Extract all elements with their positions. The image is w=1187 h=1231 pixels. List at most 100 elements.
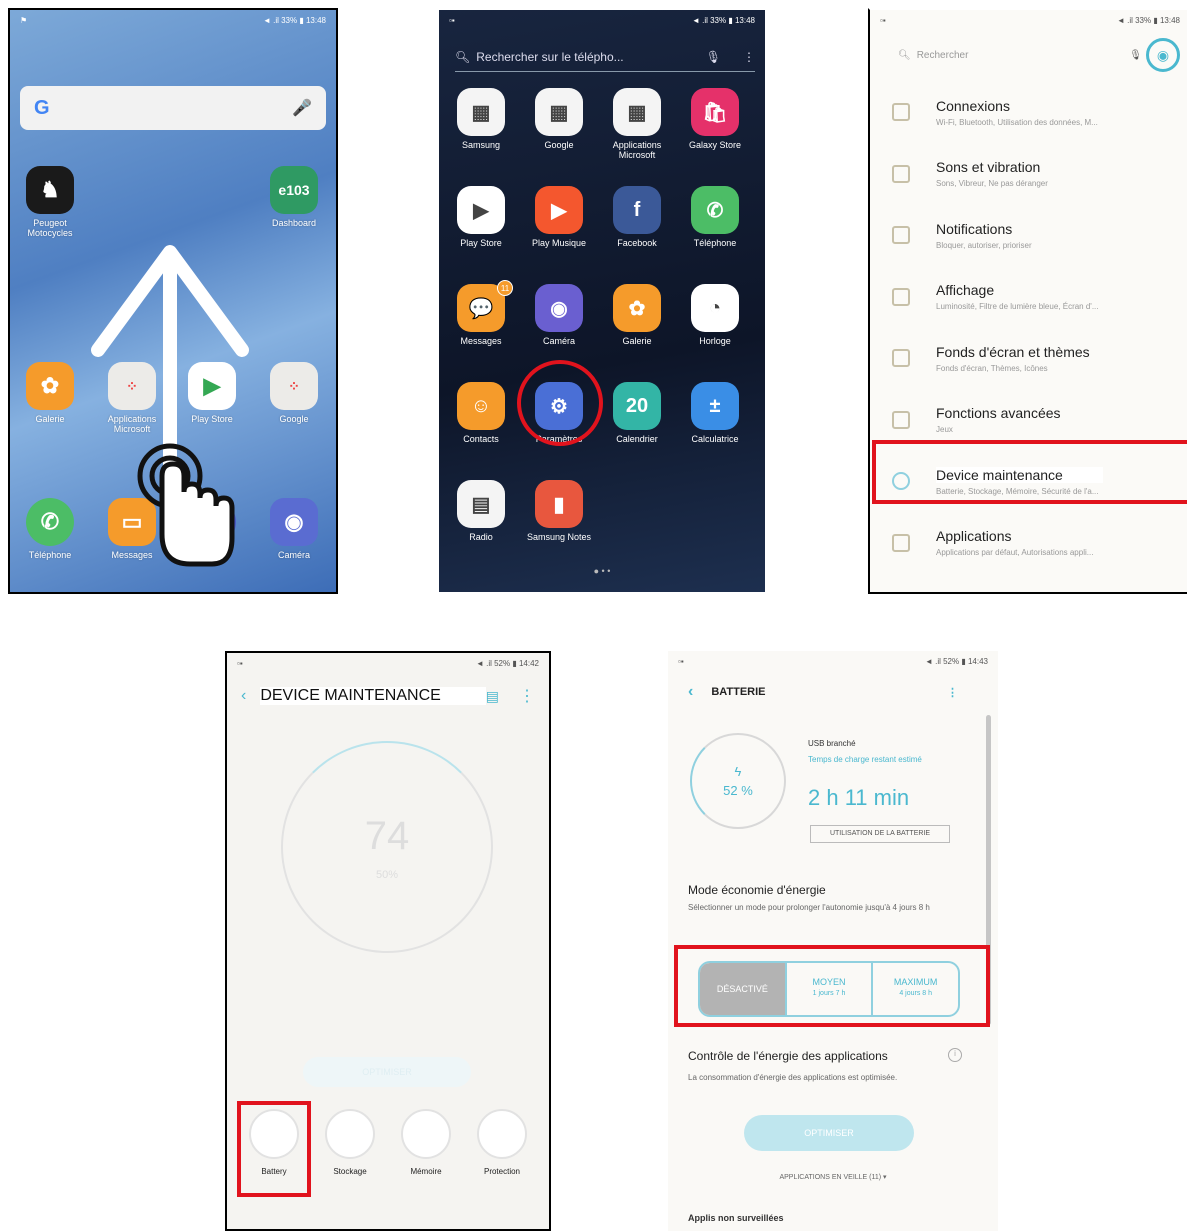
app-label: Play Store bbox=[460, 238, 502, 248]
settings-row-icon bbox=[892, 287, 910, 306]
settings-row-sub: Bloquer, autoriser, prioriser bbox=[936, 240, 1032, 250]
app-icon[interactable]: ✿ bbox=[613, 284, 661, 332]
settings-row-sub: Applications par défaut, Autorisations a… bbox=[936, 548, 1094, 557]
app-label: Play Musique bbox=[531, 238, 587, 248]
settings-row-text: Applications Applications par défaut, Aut… bbox=[936, 528, 1093, 557]
app-label: Calendrier bbox=[616, 434, 658, 444]
bolt-icon: ϟ bbox=[734, 764, 742, 779]
app-search-bar[interactable]: 🔍︎ Rechercher sur le télépho... 🎙︎ ⋮ bbox=[455, 42, 755, 72]
app-icon[interactable]: ✆ bbox=[691, 186, 739, 234]
settings-row[interactable]: Applications Applications par défaut, Aut… bbox=[870, 513, 1187, 573]
app-label: Peugeot Motocycles bbox=[27, 218, 73, 238]
app-icon[interactable]: ☺ bbox=[457, 382, 505, 430]
account-icon[interactable]: ◉ bbox=[1146, 38, 1180, 72]
peugeot-app-icon[interactable]: ♞ bbox=[26, 166, 74, 214]
status-bar: ⚑ ◄ .il 33% ▮ 13:48 bbox=[20, 16, 326, 25]
search-placeholder: Rechercher bbox=[916, 49, 969, 61]
settings-row-title: Applications bbox=[936, 528, 1012, 544]
app-label: Calculatrice bbox=[691, 434, 739, 444]
mic-icon[interactable]: 🎙︎ bbox=[1129, 50, 1142, 61]
tile-label: Protection bbox=[483, 1167, 521, 1176]
mode-desc: Sélectionner un mode pour prolonger l'au… bbox=[688, 903, 930, 912]
usb-label: USB branché bbox=[808, 739, 856, 748]
phone-device-maintenance: ▫▪ ◄ .il 52% ▮ 14:42 ‹ DEVICE MAINTENANCE… bbox=[225, 651, 551, 1231]
settings-row-title: Sons et vibration bbox=[936, 159, 1041, 175]
more-options-icon[interactable]: ⋮ bbox=[743, 50, 755, 64]
phone-home-screen: ⚑ ◄ .il 33% ▮ 13:48 G 🎤 ♞ Peugeot Motocyc… bbox=[8, 8, 338, 594]
galerie-icon[interactable]: ✿ bbox=[26, 362, 74, 410]
settings-row[interactable]: Sons et vibration Sons, Vibreur, Ne pas d… bbox=[870, 144, 1187, 204]
app-label: Galerie bbox=[35, 414, 65, 424]
app-label: Caméra bbox=[277, 550, 310, 560]
info-icon[interactable]: i bbox=[948, 1048, 962, 1062]
settings-row-icon bbox=[892, 226, 910, 244]
settings-row-title: Affichage bbox=[936, 282, 995, 298]
app-label: Samsung Notes bbox=[526, 532, 592, 542]
search-icon: 🔍︎ bbox=[455, 49, 471, 64]
dashboard-app-icon[interactable]: e103 bbox=[270, 166, 318, 214]
mode-title: Mode économie d'énergie bbox=[688, 883, 826, 897]
more-options-icon[interactable]: ⋮ bbox=[519, 686, 535, 706]
page-title: DEVICE MAINTENANCE bbox=[260, 687, 486, 705]
settings-row[interactable]: Notifications Bloquer, autoriser, prioris… bbox=[870, 205, 1187, 265]
app-label: Galaxy Store bbox=[688, 140, 742, 150]
tile-icon[interactable] bbox=[401, 1109, 451, 1159]
settings-row-sub: Wi-Fi, Bluetooth, Utilisation des donnée… bbox=[936, 117, 1098, 127]
optimise-button[interactable]: OPTIMISER bbox=[744, 1115, 914, 1151]
standby-apps-link[interactable]: APPLICATIONS EN VEILLE (11) ▾ bbox=[668, 1173, 998, 1181]
app-label: Radio bbox=[469, 532, 493, 542]
app-icon[interactable]: f bbox=[613, 186, 661, 234]
app-icon[interactable]: 20 bbox=[613, 382, 661, 430]
battery-ring: ϟ 52 % bbox=[690, 733, 786, 829]
tile-icon[interactable] bbox=[477, 1109, 527, 1159]
app-icon[interactable]: ▦ bbox=[457, 88, 505, 136]
red-highlight-box bbox=[872, 440, 1187, 504]
status-bar: ▫▪ ◄ .il 52% ▮ 14:42 bbox=[237, 659, 539, 668]
mic-icon[interactable]: 🎙︎ bbox=[706, 50, 721, 64]
tile-icon[interactable] bbox=[325, 1109, 375, 1159]
app-icon[interactable]: 🛍 bbox=[691, 88, 739, 136]
app-icon[interactable]: ▶ bbox=[535, 186, 583, 234]
report-icon[interactable]: ▤ bbox=[486, 688, 499, 705]
app-icon[interactable]: ▮ bbox=[535, 480, 583, 528]
settings-row[interactable]: Écran de verrouillage bbox=[870, 574, 1187, 592]
phone-icon[interactable]: ✆ bbox=[26, 498, 74, 546]
page-title: BATTERIE bbox=[711, 686, 766, 698]
settings-row[interactable]: Affichage Luminosité, Filtre de lumière b… bbox=[870, 267, 1187, 327]
faded-optimise-button[interactable]: OPTIMISER bbox=[303, 1057, 471, 1087]
back-arrow-icon[interactable]: ‹ bbox=[688, 683, 693, 701]
remaining-label: Temps de charge restant estimé bbox=[808, 755, 922, 764]
settings-row[interactable]: Fonds d'écran et thèmes Fonds d'écran, Th… bbox=[870, 328, 1187, 388]
more-options-icon[interactable]: ⋮ bbox=[947, 686, 958, 699]
settings-row-icon bbox=[892, 164, 910, 183]
settings-row-icon bbox=[892, 349, 910, 367]
ctrl-desc: La consommation d'énergie des applicatio… bbox=[688, 1073, 898, 1082]
phone-battery: ▫▪ ◄ .il 52% ▮ 14:43 ‹ BATTERIE ⋮ ϟ 52 % … bbox=[668, 651, 998, 1231]
app-icon[interactable]: ◉ bbox=[535, 284, 583, 332]
settings-row-icon bbox=[892, 533, 910, 552]
battery-pct: 52 % bbox=[723, 783, 753, 798]
app-icon[interactable]: ▦ bbox=[613, 88, 661, 136]
tile-label: Mémoire bbox=[410, 1167, 442, 1176]
status-bar: ▫▪ ◄ .il 52% ▮ 14:43 bbox=[678, 657, 988, 666]
settings-row-sub: Luminosité, Filtre de lumière bleue, Écr… bbox=[936, 302, 1099, 311]
app-icon[interactable]: ▶ bbox=[457, 186, 505, 234]
settings-search[interactable]: 🔍︎ Rechercher 🎙︎ bbox=[898, 40, 1142, 70]
back-arrow-icon[interactable]: ‹ bbox=[241, 687, 246, 705]
settings-row-icon bbox=[892, 410, 910, 429]
app-icon[interactable]: ▤ bbox=[457, 480, 505, 528]
google-folder-icon[interactable]: ⁘ bbox=[270, 362, 318, 410]
battery-usage-button[interactable]: UTILISATION DE LA BATTERIE bbox=[810, 825, 950, 843]
top-bar: ‹ BATTERIE ⋮ bbox=[668, 679, 998, 705]
settings-row-sub: Sons, Vibreur, Ne pas déranger bbox=[936, 179, 1048, 188]
camera-icon[interactable]: ◉ bbox=[270, 498, 318, 546]
app-icon[interactable]: ± bbox=[691, 382, 739, 430]
google-search-bar[interactable]: G 🎤 bbox=[20, 86, 326, 130]
mic-icon[interactable]: 🎤 bbox=[292, 98, 312, 118]
app-icon[interactable]: ◔ bbox=[691, 284, 739, 332]
settings-row-sub: Fonds d'écran, Thèmes, Icônes bbox=[936, 363, 1048, 373]
app-icon[interactable]: ▦ bbox=[535, 88, 583, 136]
settings-row-title: Notifications bbox=[936, 220, 1013, 237]
app-label: Google bbox=[279, 414, 309, 424]
settings-row[interactable]: Connexions Wi-Fi, Bluetooth, Utilisation … bbox=[870, 82, 1187, 142]
